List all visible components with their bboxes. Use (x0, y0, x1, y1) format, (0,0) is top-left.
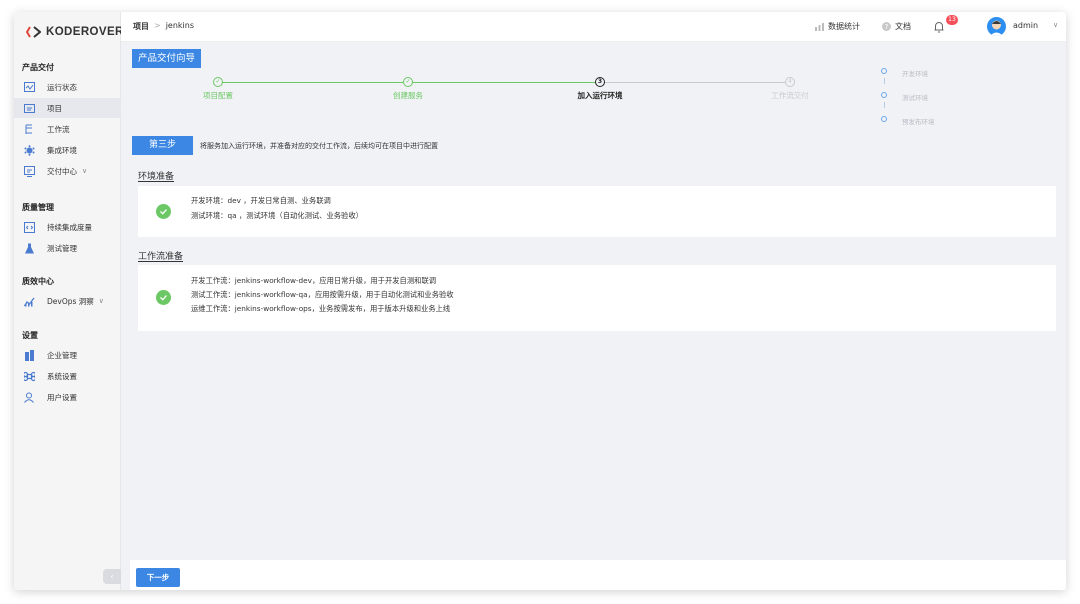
check-icon (156, 290, 171, 305)
step-label-1: 项目配置 (203, 91, 233, 100)
sidebar-item-label: 运行状态 (47, 82, 77, 92)
collapse-sidebar-button[interactable]: ‹ (103, 569, 121, 584)
sidebar-item-system-settings[interactable]: 系统设置 (14, 366, 121, 386)
avatar[interactable] (987, 17, 1006, 36)
sidebar-item-label: 测试管理 (47, 243, 77, 253)
breadcrumb: 项目 > jenkins (133, 21, 194, 32)
sidebar-item-label: 持续集成度量 (47, 222, 92, 232)
step-node-4: 4 (785, 77, 795, 87)
section-title-settings: 设置 (22, 331, 38, 340)
step-label-4: 工作流交付 (771, 91, 809, 100)
step-label-3: 加入运行环境 (577, 91, 623, 100)
stats-link[interactable]: 数据统计 (815, 21, 860, 32)
step-tag: 第三步 (132, 136, 193, 155)
env-line-dev: 开发环境：dev ，开发日常自测、业务联调 (191, 196, 331, 205)
env-connector (883, 102, 885, 108)
main-content: 产品交付向导 ✓ ✓ 3 4 项目配置 创建服务 加入运行环境 工作流交付 开发… (121, 42, 1066, 590)
svg-text:?: ? (885, 23, 889, 31)
bell-icon[interactable] (933, 21, 945, 33)
sidebar-item-status[interactable]: 运行状态 (14, 77, 121, 97)
env-card: 开发环境：dev ，开发日常自测、业务联调 测试环境：qa ，测试环境（自动化测… (138, 186, 1056, 237)
sidebar-item-label: 用户设置 (47, 392, 77, 402)
sidebar-item-user-settings[interactable]: 用户设置 (14, 387, 121, 407)
workflow-card: 开发工作流：jenkins-workflow-dev，应用日常升级，用于开发自测… (138, 265, 1056, 331)
env-dot (881, 68, 887, 74)
next-step-button[interactable]: 下一步 (136, 568, 180, 587)
sidebar-item-enterprise[interactable]: 企业管理 (14, 345, 121, 365)
breadcrumb-separator: > (154, 21, 161, 30)
sidebar-item-label: DevOps 洞察 (47, 296, 94, 306)
sidebar-item-environments[interactable]: 集成环境 (14, 140, 121, 160)
command-icon (24, 371, 35, 381)
section-title-efficiency: 质效中心 (22, 277, 54, 286)
env-dot (881, 92, 887, 98)
stats-label: 数据统计 (828, 22, 860, 31)
chevron-down-icon: ∨ (98, 297, 104, 305)
bar-chart-icon (815, 23, 824, 31)
guide-title: 产品交付向导 (132, 49, 202, 68)
sidebar-item-label: 项目 (47, 103, 62, 113)
section-title-delivery: 产品交付 (22, 63, 54, 72)
step-description: 将服务加入运行环境，并准备对应的交付工作流，后续均可在项目中进行配置 (200, 142, 438, 150)
insight-icon (24, 297, 35, 306)
env-connector (883, 78, 885, 84)
sidebar-item-label: 系统设置 (47, 371, 77, 381)
top-header: 项目 > jenkins 数据统计 ? 文档 13 admin ∨ (121, 12, 1066, 42)
user-avatar-icon (990, 20, 1003, 36)
workflow-line-dev: 开发工作流：jenkins-workflow-dev，应用日常升级，用于开发自测… (191, 276, 437, 285)
sidebar-item-projects[interactable]: 项目 (14, 98, 121, 118)
folder-icon (24, 103, 35, 113)
sidebar-item-label: 集成环境 (47, 145, 77, 155)
help-icon: ? (882, 22, 891, 31)
env-line-test: 测试环境：qa ，测试环境（自动化测试、业务验收） (191, 211, 363, 220)
step-connector (600, 82, 790, 83)
sidebar: KODEROVER 产品交付 运行状态 项目 工作流 集成环境 交付中心 ∨ 质… (14, 12, 124, 590)
chevron-down-icon: ∨ (82, 167, 88, 175)
logo-text: KODEROVER (46, 26, 124, 38)
user-icon (24, 392, 34, 403)
check-icon (156, 204, 171, 219)
workflow-icon (25, 124, 32, 134)
env-label-staging: 预发布环境 (902, 118, 935, 126)
workflow-line-qa: 测试工作流：jenkins-workflow-qa，应用按需升级，用于自动化测试… (191, 290, 454, 299)
step-connector (218, 82, 406, 83)
sidebar-item-devops-insight[interactable]: DevOps 洞察 ∨ (14, 291, 121, 311)
logo[interactable]: KODEROVER (26, 24, 124, 40)
cluster-icon (24, 144, 35, 156)
sidebar-item-label: 工作流 (47, 124, 70, 134)
breadcrumb-current: jenkins (165, 21, 195, 30)
monitor-icon (24, 81, 35, 92)
koderover-logo-icon (26, 26, 41, 38)
user-name[interactable]: admin (1013, 21, 1038, 30)
env-section-title: 环境准备 (138, 172, 175, 182)
step-node-1: ✓ (213, 77, 223, 87)
step-label-2: 创建服务 (393, 91, 423, 100)
env-label-test: 测试环境 (902, 94, 928, 102)
breadcrumb-root[interactable]: 项目 (133, 21, 149, 32)
sidebar-item-test-mgmt[interactable]: 测试管理 (14, 238, 121, 258)
code-icon (24, 221, 35, 233)
sidebar-item-label: 交付中心 (47, 166, 77, 176)
env-dot (881, 116, 887, 122)
env-label-dev: 开发环境 (902, 70, 928, 78)
chevron-down-icon[interactable]: ∨ (1053, 21, 1058, 29)
app-window: KODEROVER 产品交付 运行状态 项目 工作流 集成环境 交付中心 ∨ 质… (14, 12, 1066, 590)
docs-label: 文档 (895, 22, 911, 31)
workflow-line-ops: 运维工作流：jenkins-workflow-ops，业务按需发布，用于版本升级… (191, 304, 451, 313)
sidebar-item-delivery-center[interactable]: 交付中心 ∨ (14, 161, 121, 181)
step-node-2: ✓ (403, 77, 413, 87)
sidebar-item-workflow[interactable]: 工作流 (14, 119, 121, 139)
workflow-section-title: 工作流准备 (138, 252, 184, 262)
building-icon (25, 349, 34, 361)
sidebar-item-ci-metrics[interactable]: 持续集成度量 (14, 217, 121, 237)
section-title-quality: 质量管理 (22, 203, 54, 212)
delivery-icon (24, 165, 35, 177)
notification-badge: 13 (946, 15, 958, 25)
step-connector (408, 82, 598, 83)
flask-icon (25, 243, 34, 253)
docs-link[interactable]: ? 文档 (882, 21, 911, 32)
footer-bar: 下一步 (130, 560, 1066, 590)
sidebar-item-label: 企业管理 (47, 350, 77, 360)
step-node-3: 3 (595, 77, 605, 87)
